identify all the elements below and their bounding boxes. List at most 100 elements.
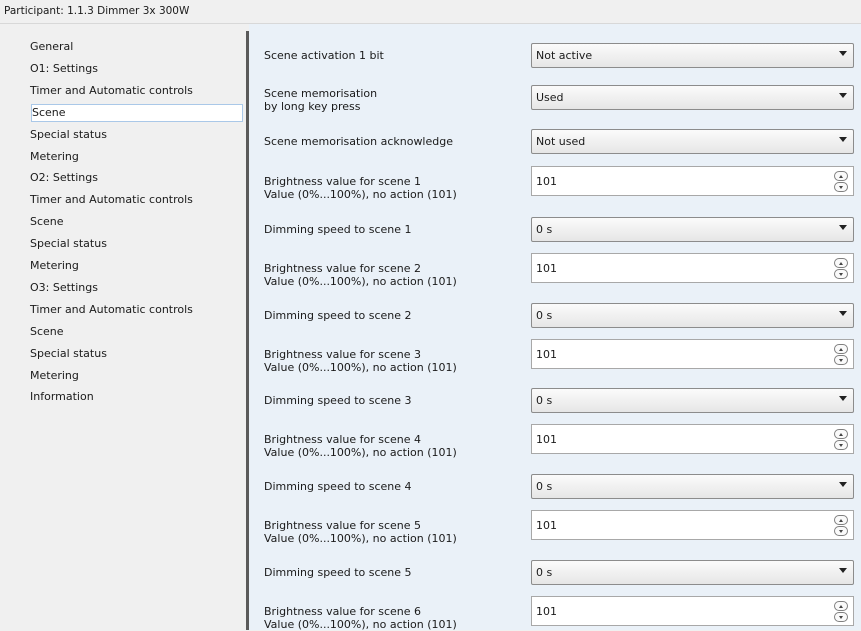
param-number-input[interactable]: 101: [531, 510, 854, 540]
parameter-panel: Not active Scene activation 1 bit Used Scen…: [249, 24, 861, 631]
param-dropdown[interactable]: Not used: [531, 129, 854, 154]
dropdown-value: Not active: [536, 49, 593, 62]
param-label: Dimming speed to scene 3: [264, 394, 412, 407]
spin-down-icon[interactable]: [834, 269, 848, 279]
param-label-text: Dimming speed to scene 5: [264, 566, 412, 579]
param-label-text: Brightness value for scene 3: [264, 348, 422, 361]
chevron-down-icon[interactable]: [839, 482, 847, 487]
param-label-text: Dimming speed to scene 3: [264, 394, 412, 407]
sidebar-item-scene[interactable]: Scene: [30, 323, 64, 341]
param-dropdown[interactable]: Used: [531, 85, 854, 110]
spin-up-icon[interactable]: [834, 515, 848, 525]
param-sublabel-text: by long key press: [264, 100, 361, 113]
number-value[interactable]: 101: [536, 433, 736, 446]
param-label-text: Scene activation 1 bit: [264, 49, 384, 62]
param-sublabel-text: Value (0%...100%), no action (101): [264, 361, 457, 374]
param-dropdown[interactable]: Not active: [531, 43, 854, 68]
param-label: Brightness value for scene 4 Value (0%...…: [264, 433, 457, 459]
sidebar-item-metering[interactable]: Metering: [30, 257, 79, 275]
sidebar-item-metering[interactable]: Metering: [30, 367, 79, 385]
sidebar-item-timer-and-automatic-controls[interactable]: Timer and Automatic controls: [30, 191, 193, 209]
param-number-input[interactable]: 101: [531, 166, 854, 196]
spin-up-icon[interactable]: [834, 171, 848, 181]
spin-up-icon[interactable]: [834, 601, 848, 611]
sidebar-item-o2-settings[interactable]: O2: Settings: [30, 169, 98, 187]
param-number-input[interactable]: 101: [531, 253, 854, 283]
parameter-tree: General O1: Settings Timer and Automatic c…: [0, 24, 246, 630]
param-dropdown[interactable]: 0 s: [531, 217, 854, 242]
spin-up-icon[interactable]: [834, 258, 848, 268]
chevron-down-icon[interactable]: [839, 311, 847, 316]
dropdown-value: 0 s: [536, 309, 553, 322]
param-label: Scene memorisation by long key press: [264, 87, 377, 113]
param-label-text: Scene memorisation: [264, 87, 378, 100]
param-label: Scene activation 1 bit: [264, 49, 384, 62]
param-label-text: Dimming speed to scene 4: [264, 480, 412, 493]
param-sublabel-text: Value (0%...100%), no action (101): [264, 618, 457, 631]
dropdown-value: 0 s: [536, 394, 553, 407]
number-value[interactable]: 101: [536, 605, 736, 618]
param-number-input[interactable]: 101: [531, 339, 854, 369]
sidebar-item-general[interactable]: General: [30, 38, 73, 56]
sidebar-item-scene[interactable]: Scene: [31, 104, 243, 122]
spin-up-icon[interactable]: [834, 429, 848, 439]
sidebar-item-special-status[interactable]: Special status: [30, 235, 107, 253]
number-value[interactable]: 101: [536, 519, 736, 532]
dropdown-value: 0 s: [536, 223, 553, 236]
param-label: Brightness value for scene 3 Value (0%...…: [264, 348, 457, 374]
param-dropdown[interactable]: 0 s: [531, 474, 854, 499]
dropdown-value: Not used: [536, 135, 586, 148]
param-number-input[interactable]: 101: [531, 596, 854, 626]
chevron-down-icon[interactable]: [839, 93, 847, 98]
spin-down-icon[interactable]: [834, 526, 848, 536]
param-label-text: Dimming speed to scene 1: [264, 223, 412, 236]
number-value[interactable]: 101: [536, 348, 736, 361]
sidebar-item-o3-settings[interactable]: O3: Settings: [30, 279, 98, 297]
chevron-down-icon[interactable]: [839, 225, 847, 230]
param-label-text: Brightness value for scene 5: [264, 519, 422, 532]
spin-down-icon[interactable]: [834, 440, 848, 450]
param-sublabel-text: Value (0%...100%), no action (101): [264, 188, 457, 201]
param-label-text: Brightness value for scene 6: [264, 605, 422, 618]
sidebar-item-scene[interactable]: Scene: [30, 213, 64, 231]
sidebar-item-metering[interactable]: Metering: [30, 148, 79, 166]
participant-header: Participant: 1.1.3 Dimmer 3x 300W: [0, 0, 861, 24]
spin-down-icon[interactable]: [834, 182, 848, 192]
param-dropdown[interactable]: 0 s: [531, 388, 854, 413]
spin-down-icon[interactable]: [834, 355, 848, 365]
param-number-input[interactable]: 101: [531, 424, 854, 454]
param-label: Dimming speed to scene 1: [264, 223, 412, 236]
param-sublabel-text: Value (0%...100%), no action (101): [264, 532, 457, 545]
param-label: Dimming speed to scene 2: [264, 309, 412, 322]
number-value[interactable]: 101: [536, 175, 736, 188]
param-label-text: Brightness value for scene 1: [264, 175, 422, 188]
number-value[interactable]: 101: [536, 262, 736, 275]
param-label: Brightness value for scene 1 Value (0%...…: [264, 175, 457, 201]
chevron-down-icon[interactable]: [839, 137, 847, 142]
sidebar-item-special-status[interactable]: Special status: [30, 126, 107, 144]
sidebar-item-special-status[interactable]: Special status: [30, 345, 107, 363]
param-label-text: Dimming speed to scene 2: [264, 309, 412, 322]
chevron-down-icon[interactable]: [839, 568, 847, 573]
param-label: Dimming speed to scene 4: [264, 480, 412, 493]
param-dropdown[interactable]: 0 s: [531, 303, 854, 328]
param-label: Brightness value for scene 5 Value (0%...…: [264, 519, 457, 545]
param-label-text: Brightness value for scene 2: [264, 262, 422, 275]
sidebar-item-timer-and-automatic-controls[interactable]: Timer and Automatic controls: [30, 301, 193, 319]
param-dropdown[interactable]: 0 s: [531, 560, 854, 585]
param-label-text: Scene memorisation acknowledge: [264, 135, 453, 148]
sidebar-item-information[interactable]: Information: [30, 388, 94, 406]
chevron-down-icon[interactable]: [839, 396, 847, 401]
chevron-down-icon[interactable]: [839, 51, 847, 56]
dropdown-value: 0 s: [536, 566, 553, 579]
spin-down-icon[interactable]: [834, 612, 848, 622]
param-sublabel-text: Value (0%...100%), no action (101): [264, 446, 457, 459]
spin-up-icon[interactable]: [834, 344, 848, 354]
sidebar-item-timer-and-automatic-controls[interactable]: Timer and Automatic controls: [30, 82, 193, 100]
param-label: Brightness value for scene 2 Value (0%...…: [264, 262, 457, 288]
dropdown-value: 0 s: [536, 480, 553, 493]
param-sublabel-text: Value (0%...100%), no action (101): [264, 275, 457, 288]
sidebar-item-o1-settings[interactable]: O1: Settings: [30, 60, 98, 78]
param-label: Dimming speed to scene 5: [264, 566, 412, 579]
param-label-text: Brightness value for scene 4: [264, 433, 422, 446]
